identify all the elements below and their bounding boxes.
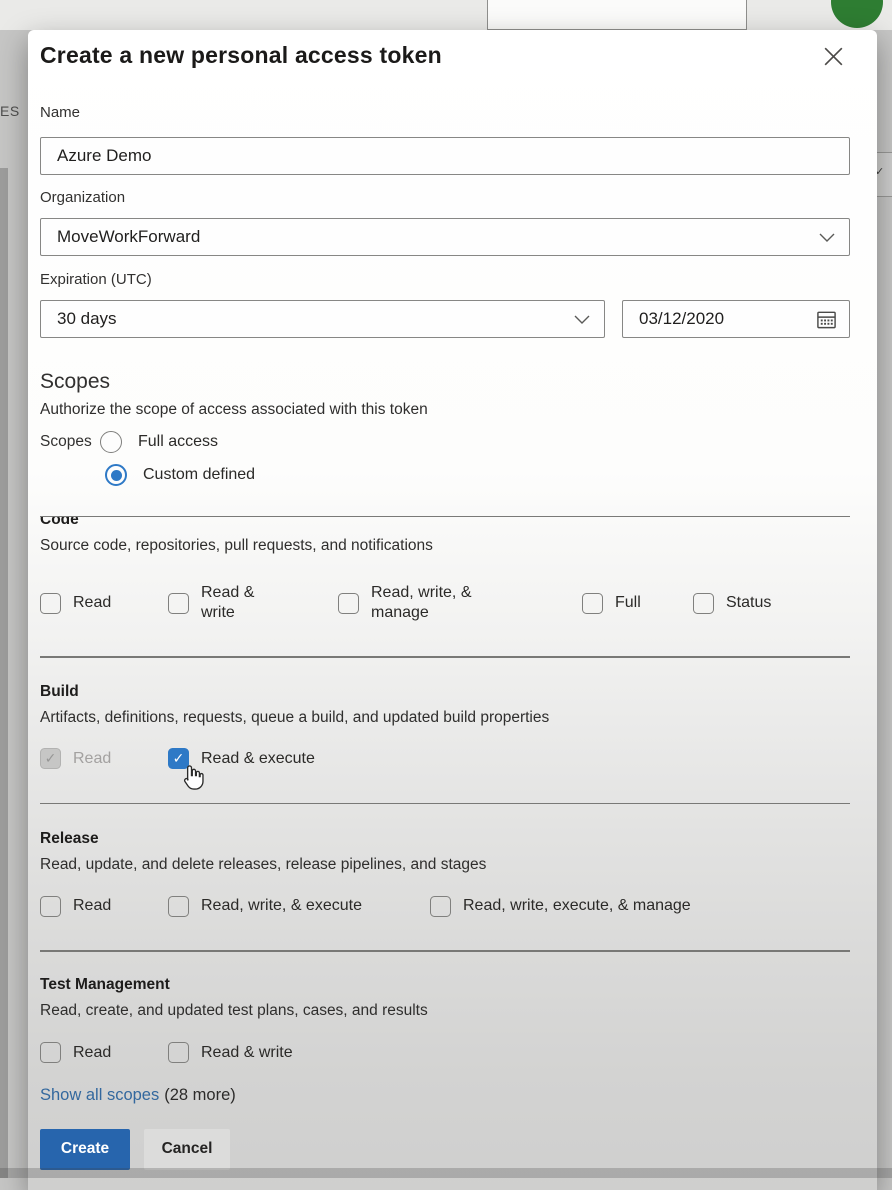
permission-row: ✓ Read ✓ Read & write	[40, 1038, 850, 1068]
name-input-wrapper	[40, 137, 850, 175]
page-header-strip	[0, 0, 892, 30]
checkbox-code-read-write-manage[interactable]: ✓ Read, write, & manage	[338, 583, 582, 623]
scope-section-release: Release Read, update, and delete release…	[40, 829, 850, 921]
create-button[interactable]: Create	[40, 1129, 130, 1170]
section-divider	[40, 950, 850, 952]
bottom-edge-shade	[0, 1168, 892, 1178]
checkbox-icon: ✓	[693, 593, 714, 614]
background-search-box	[487, 0, 747, 30]
organization-value: MoveWorkForward	[57, 227, 200, 247]
permission-row: ✓ Read ✓ Read, write, & execute ✓ Read, …	[40, 891, 850, 921]
custom-defined-label: Custom defined	[143, 466, 255, 484]
checkbox-release-read-write-execute[interactable]: ✓ Read, write, & execute	[168, 896, 430, 917]
chevron-down-icon	[574, 315, 590, 324]
name-label: Name	[40, 103, 850, 123]
close-button[interactable]	[819, 42, 847, 70]
section-heading: Test Management	[40, 975, 850, 995]
scope-section-test-management: Test Management Read, create, and update…	[40, 975, 850, 1068]
expiration-duration-select[interactable]: 30 days	[40, 300, 605, 338]
organization-select[interactable]: MoveWorkForward	[40, 218, 850, 256]
scope-list[interactable]: Code Source code, repositories, pull req…	[40, 516, 850, 1068]
full-access-radio[interactable]	[100, 431, 122, 453]
checkbox-code-status[interactable]: ✓ Status	[693, 593, 771, 614]
checkbox-icon: ✓	[40, 1042, 61, 1063]
checkbox-build-read: ✓ Read	[40, 748, 168, 769]
checkbox-release-read-write-execute-manage[interactable]: ✓ Read, write, execute, & manage	[430, 896, 691, 917]
section-heading: Build	[40, 682, 850, 702]
section-description: Read, create, and updated test plans, ca…	[40, 1000, 850, 1022]
checkbox-code-read-write[interactable]: ✓ Read & write	[168, 583, 338, 623]
section-heading: Release	[40, 829, 850, 849]
scopes-description: Authorize the scope of access associated…	[40, 399, 850, 420]
checkbox-release-read[interactable]: ✓ Read	[40, 896, 168, 917]
expiration-row: 30 days 03/12/2020	[40, 300, 850, 338]
scope-section-build: Build Artifacts, definitions, requests, …	[40, 682, 850, 774]
permission-row: ✓ Read ✓ Read & write ✓ Read, write, & m…	[40, 577, 850, 629]
checkbox-test-read-write[interactable]: ✓ Read & write	[168, 1042, 293, 1063]
section-description: Artifacts, definitions, requests, queue …	[40, 707, 850, 729]
full-access-row: Scopes Full access	[40, 429, 850, 455]
checkbox-icon: ✓	[40, 593, 61, 614]
show-all-scopes-count: (28 more)	[164, 1086, 236, 1104]
checkbox-icon: ✓	[168, 593, 189, 614]
show-all-scopes-row: Show all scopes (28 more)	[40, 1084, 850, 1106]
checkbox-icon: ✓	[430, 896, 451, 917]
checkbox-icon: ✓	[582, 593, 603, 614]
background-left-rail	[0, 168, 8, 1178]
scopes-inline-label: Scopes	[40, 433, 100, 451]
checkbox-icon: ✓	[168, 1042, 189, 1063]
section-divider	[40, 656, 850, 658]
checkbox-icon: ✓	[168, 896, 189, 917]
checkbox-icon: ✓	[168, 748, 189, 769]
section-description: Source code, repositories, pull requests…	[40, 535, 850, 557]
expiration-date-field[interactable]: 03/12/2020	[622, 300, 850, 338]
background-divider	[877, 196, 892, 197]
checkbox-code-full[interactable]: ✓ Full	[582, 593, 693, 614]
permission-row: ✓ Read ✓ Read & execute	[40, 744, 850, 774]
background-divider	[877, 152, 892, 153]
expiration-duration-value: 30 days	[57, 309, 117, 329]
calendar-icon[interactable]	[816, 309, 837, 330]
dialog-header: Create a new personal access token	[40, 42, 850, 74]
section-heading: Code	[40, 516, 850, 530]
show-all-scopes-link[interactable]: Show all scopes	[40, 1086, 159, 1104]
dialog-actions: Create Cancel	[40, 1129, 850, 1170]
scope-section-code: Code Source code, repositories, pull req…	[40, 516, 850, 629]
checkbox-code-read[interactable]: ✓ Read	[40, 593, 168, 614]
organization-label: Organization	[40, 188, 850, 208]
cancel-button[interactable]: Cancel	[144, 1129, 230, 1170]
checkbox-test-read[interactable]: ✓ Read	[40, 1042, 168, 1063]
scopes-heading: Scopes	[40, 368, 850, 396]
name-input[interactable]	[41, 138, 849, 174]
checkbox-icon: ✓	[338, 593, 359, 614]
background-text-fragment: ES	[0, 103, 20, 119]
custom-defined-radio[interactable]	[105, 464, 127, 486]
section-divider	[40, 803, 850, 805]
checkbox-icon: ✓	[40, 748, 61, 769]
checkbox-build-read-execute[interactable]: ✓ Read & execute	[168, 748, 315, 769]
full-access-label: Full access	[138, 433, 218, 451]
section-description: Read, update, and delete releases, relea…	[40, 854, 850, 876]
expiration-date-value: 03/12/2020	[639, 309, 724, 329]
chevron-down-icon	[819, 233, 835, 242]
checkbox-icon: ✓	[40, 896, 61, 917]
dialog-title: Create a new personal access token	[40, 42, 850, 69]
expiration-label: Expiration (UTC)	[40, 270, 850, 290]
close-icon	[821, 44, 846, 69]
custom-defined-row: Custom defined	[105, 462, 850, 488]
create-pat-dialog: Create a new personal access token Name …	[28, 30, 877, 1190]
